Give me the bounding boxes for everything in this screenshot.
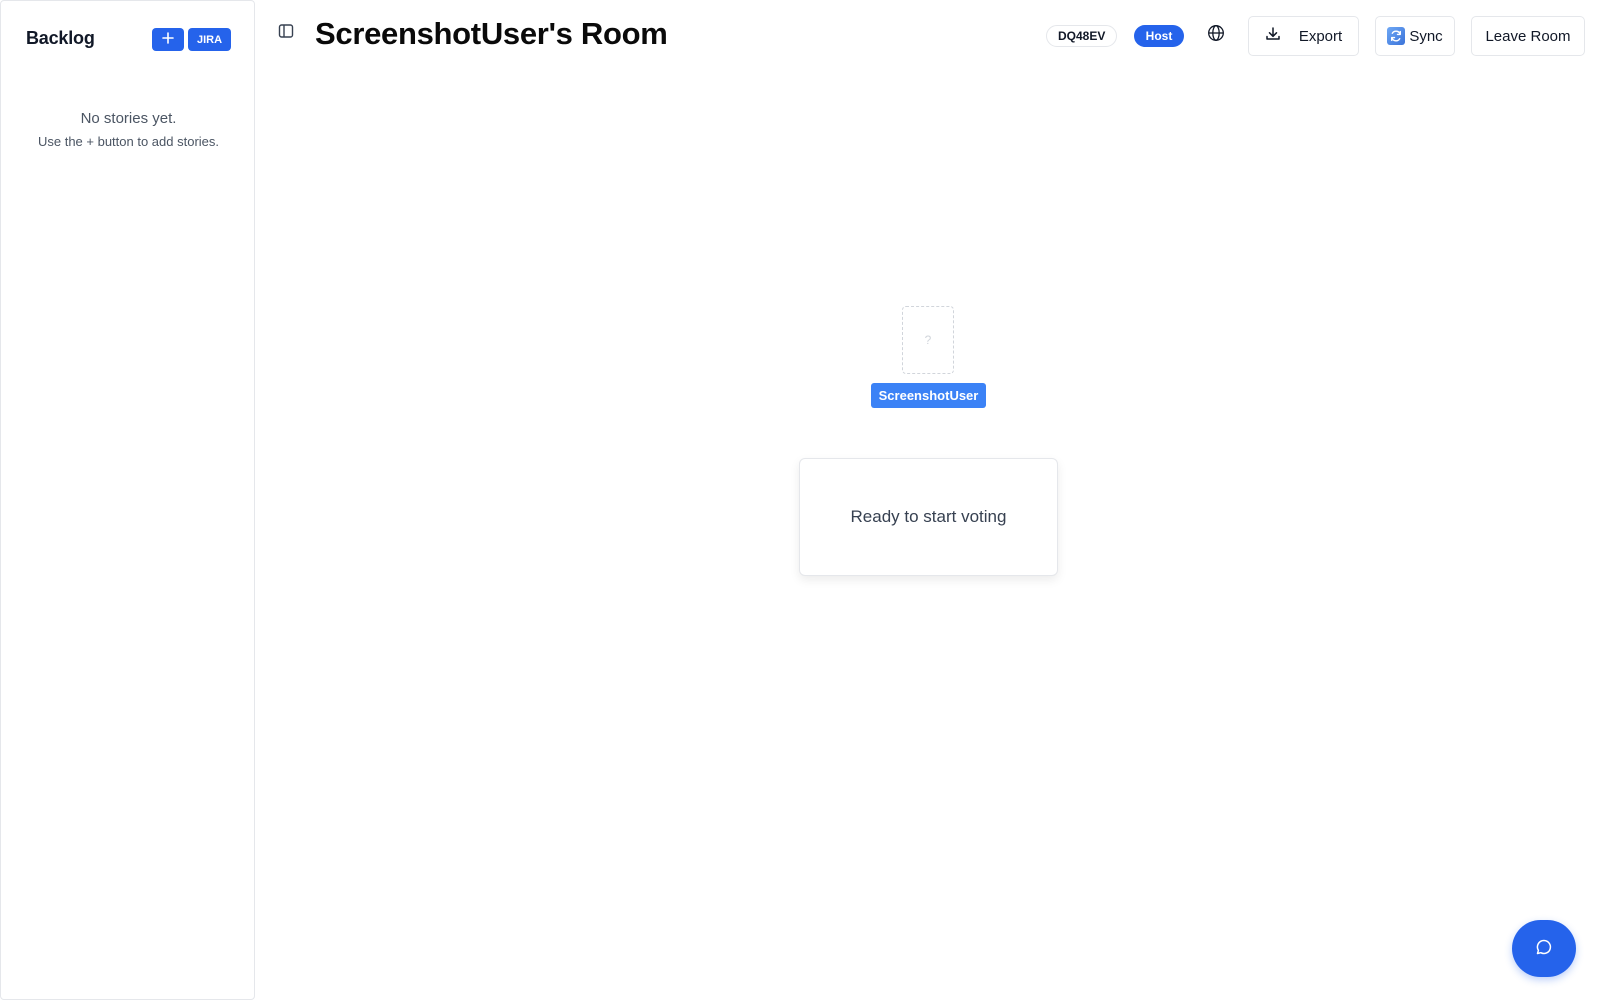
jira-import-button[interactable]: JIRA [188, 28, 231, 51]
sync-button[interactable]: Sync [1375, 16, 1455, 56]
backlog-sidebar: Backlog JIRA No stories yet. Use the + b… [0, 0, 255, 1000]
sidebar-toggle-button[interactable] [277, 23, 295, 44]
sync-label: Sync [1409, 27, 1443, 45]
empty-backlog-hint: Use the + button to add stories. [37, 134, 220, 149]
voting-status-text: Ready to start voting [850, 507, 1007, 526]
room-title: ScreenshotUser's Room [315, 16, 668, 51]
language-button[interactable] [1206, 24, 1226, 47]
app-root: Backlog JIRA No stories yet. Use the + b… [0, 0, 1600, 1000]
voting-status-card: Ready to start voting [799, 458, 1058, 576]
backlog-title: Backlog [26, 28, 95, 48]
sidebar-toggle-icon [278, 23, 294, 44]
export-label: Export [1298, 27, 1343, 45]
globe-icon [1207, 24, 1225, 47]
export-button[interactable]: Export [1248, 16, 1359, 56]
empty-backlog-title: No stories yet. [80, 110, 177, 127]
chat-bubble-icon [1535, 938, 1553, 959]
host-role-badge: Host [1134, 25, 1184, 47]
download-icon [1265, 26, 1281, 46]
plus-icon [162, 32, 174, 47]
player-vote-card: ? [902, 306, 954, 374]
leave-room-button[interactable]: Leave Room [1471, 16, 1585, 56]
sync-icon [1387, 27, 1406, 45]
add-story-button[interactable] [152, 28, 184, 51]
player-name-badge: ScreenshotUser [871, 383, 986, 408]
room-code-badge[interactable]: DQ48EV [1046, 25, 1118, 47]
chat-button[interactable] [1512, 920, 1576, 977]
